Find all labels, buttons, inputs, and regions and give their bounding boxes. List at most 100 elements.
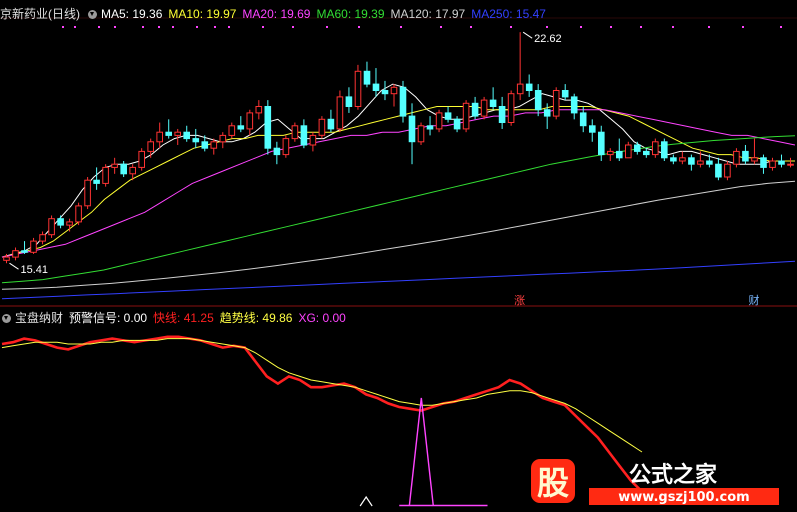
candle-down <box>264 106 272 149</box>
candle-up <box>733 150 740 165</box>
price-marker-label: 22.62 <box>534 33 562 45</box>
watermark-url: www.gszj100.com <box>618 490 749 505</box>
candle-up <box>390 86 398 95</box>
signal-dot <box>708 26 710 28</box>
candle-down <box>300 125 308 146</box>
candle-up <box>129 166 136 175</box>
candle-up <box>102 166 109 184</box>
candle-up <box>516 83 524 95</box>
signal-dot <box>98 26 100 28</box>
candle-down <box>453 118 461 130</box>
candle-down <box>534 90 542 111</box>
sub-header: 宝盘纳财 预警信号: 0.00 快线: 41.25 趋势线: 49.86 XG: 0.0… <box>0 310 352 326</box>
price-marker-line <box>9 262 19 270</box>
candle-down <box>381 90 389 95</box>
signal-dot <box>440 26 442 28</box>
signal-dot <box>326 26 328 28</box>
candle-down <box>598 131 605 156</box>
candle-up <box>309 134 317 146</box>
candle-up <box>66 221 73 226</box>
candle-down <box>444 112 452 120</box>
candle-up <box>724 163 731 178</box>
candle-up <box>652 141 659 156</box>
candle-up <box>156 131 163 143</box>
candle-up <box>219 134 227 143</box>
candle-down <box>498 106 506 123</box>
signal-dot <box>196 26 198 28</box>
signal-marker-label: 财 <box>748 293 759 307</box>
candle-down <box>688 157 695 165</box>
candle-up <box>75 205 82 223</box>
candle-down <box>57 218 64 226</box>
candle-down <box>165 131 172 136</box>
signal-dot <box>214 26 216 28</box>
candle-down <box>570 96 578 114</box>
candle-up <box>291 125 299 140</box>
main-chart-frame <box>0 17 797 307</box>
candle-up <box>697 160 704 165</box>
candle-down <box>579 112 587 127</box>
candle-down <box>399 86 407 117</box>
candle-up <box>507 93 515 123</box>
ma-line-ma120 <box>1 180 796 290</box>
candle-down <box>643 150 650 156</box>
candle-down <box>345 96 353 108</box>
candle-up <box>174 131 181 136</box>
candle-down <box>408 115 416 143</box>
candle-up <box>30 240 37 253</box>
ma20-label: MA20: 19.69 <box>242 7 311 21</box>
indicator-name[interactable]: 宝盘纳财 <box>15 311 63 325</box>
candle-up <box>435 112 443 130</box>
candle-up <box>255 106 263 114</box>
signal-dot <box>172 26 174 28</box>
candle-up <box>3 256 10 261</box>
signal-dot <box>546 26 548 28</box>
candle-up <box>552 90 560 117</box>
candle-up <box>625 144 632 159</box>
candle-down <box>327 118 335 130</box>
ma5-label: MA5: 19.36 <box>101 7 163 21</box>
ma250-label: MA250: 15.47 <box>471 7 546 21</box>
candle-down <box>543 109 551 117</box>
candle-down <box>670 157 677 162</box>
candle-down <box>742 150 749 162</box>
candlestick-series <box>3 32 794 264</box>
candle-down <box>183 131 190 140</box>
signal-dot <box>228 26 230 28</box>
trend-line <box>1 338 643 453</box>
candle-up <box>147 141 154 152</box>
candle-up <box>607 150 614 156</box>
moving-average-lines <box>1 83 796 300</box>
logo-glyph: 股 <box>537 464 569 502</box>
candle-down <box>201 141 209 149</box>
signal-dot <box>262 26 264 28</box>
candle-up <box>751 157 758 162</box>
candle-up <box>48 218 55 236</box>
signal-dot <box>114 26 116 28</box>
candle-up <box>318 118 326 136</box>
dropdown-circle-icon[interactable] <box>88 10 97 19</box>
warn-signal-label: 预警信号: 0.00 <box>69 311 148 325</box>
signal-dot <box>470 26 472 28</box>
signal-dot <box>510 26 512 28</box>
price-marker-line <box>522 31 533 39</box>
candle-down <box>634 144 641 152</box>
warn-signal-bump <box>359 495 373 507</box>
candle-up <box>84 179 91 207</box>
candle-down <box>589 125 596 133</box>
main-header: 京新药业(日线) MA5: 19.36 MA10: 19.97 MA20: 19.69… <box>0 6 552 22</box>
xg-label: XG: 0.00 <box>298 311 346 325</box>
xg-spike <box>408 397 435 507</box>
dropdown-circle-icon[interactable] <box>2 314 11 323</box>
candle-down <box>426 125 434 130</box>
stock-title[interactable]: 京新药业(日线) <box>0 7 80 21</box>
candle-down <box>778 160 785 165</box>
candle-down <box>93 179 100 184</box>
candle-up <box>787 163 794 166</box>
candle-down <box>715 163 722 178</box>
signal-dot <box>358 26 360 28</box>
candle-down <box>561 90 569 98</box>
candle-down <box>471 102 479 117</box>
stock-chart[interactable]: 22.62 15.41 涨 财 <box>0 0 797 512</box>
signal-dot <box>580 26 582 28</box>
